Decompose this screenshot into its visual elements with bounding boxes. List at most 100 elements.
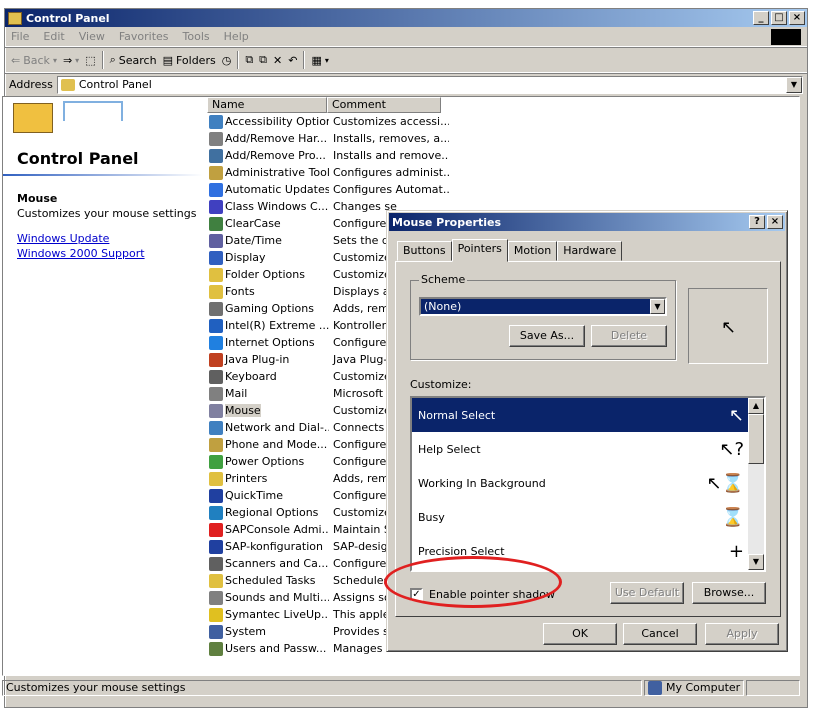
- scheme-select[interactable]: (None) ▼: [419, 297, 667, 316]
- up-folder-button[interactable]: ⬚: [85, 54, 95, 67]
- control-panel-large-icon: [13, 103, 53, 133]
- list-item-name: Scheduled Tasks: [207, 573, 329, 588]
- history-button[interactable]: ◷: [222, 54, 232, 67]
- list-item[interactable]: Accessibility Options Customizes accessi.…: [207, 113, 799, 130]
- column-header-name[interactable]: Name: [207, 97, 327, 113]
- list-item[interactable]: Automatic Updates Configures Automat...: [207, 181, 799, 198]
- browse-button[interactable]: Browse...: [692, 582, 766, 604]
- applet-icon: [209, 182, 223, 197]
- cursor-list-item[interactable]: Normal Select ↖: [412, 398, 764, 432]
- list-item-name: Network and Dial-...: [207, 420, 329, 435]
- column-header-comment[interactable]: Comment: [327, 97, 441, 113]
- applet-icon: [209, 386, 223, 401]
- applet-icon: [209, 267, 223, 282]
- windows-update-link[interactable]: Windows Update: [3, 232, 205, 245]
- list-item[interactable]: Add/Remove Pro... Installs and remove...: [207, 147, 799, 164]
- tab-motion[interactable]: Motion: [507, 241, 558, 261]
- menu-help[interactable]: Help: [224, 30, 249, 43]
- applet-label: Scanners and Ca...: [225, 557, 329, 570]
- applet-label: Power Options: [225, 455, 305, 468]
- search-icon: ⌕: [109, 53, 116, 66]
- list-item-name: Date/Time: [207, 233, 329, 248]
- forward-button[interactable]: ⇒ ▾: [63, 54, 79, 67]
- selected-item-name: Mouse: [17, 192, 58, 205]
- my-computer-icon: [648, 681, 662, 695]
- list-item-name: QuickTime: [207, 488, 329, 503]
- tab-buttons[interactable]: Buttons: [397, 241, 452, 261]
- list-item[interactable]: Administrative Tools Configures administ.…: [207, 164, 799, 181]
- windows-2000-support-link[interactable]: Windows 2000 Support: [3, 247, 205, 260]
- page-title: Control Panel: [17, 149, 139, 168]
- move-to-button[interactable]: ⧉: [245, 53, 253, 67]
- applet-icon: [209, 250, 223, 265]
- copy-to-button[interactable]: ⧉: [259, 53, 267, 67]
- scroll-down-icon[interactable]: ▼: [748, 554, 764, 570]
- zone-label: My Computer: [666, 681, 741, 694]
- scroll-up-icon[interactable]: ▲: [748, 398, 764, 414]
- menu-file[interactable]: File: [11, 30, 29, 43]
- maximize-button[interactable]: □: [771, 11, 787, 25]
- applet-label: Display: [225, 251, 266, 264]
- save-as-button[interactable]: Save As...: [509, 325, 585, 347]
- use-default-button[interactable]: Use Default: [610, 582, 684, 604]
- search-button[interactable]: ⌕ Search: [110, 53, 157, 67]
- applet-label: Phone and Mode...: [225, 438, 328, 451]
- applet-label: SAPConsole Admi...: [225, 523, 329, 536]
- close-button[interactable]: ×: [789, 11, 805, 25]
- menu-view[interactable]: View: [79, 30, 105, 43]
- delete-scheme-button[interactable]: Delete: [591, 325, 667, 347]
- applet-label: Symantec LiveUp...: [225, 608, 329, 621]
- list-item-name: Regional Options: [207, 505, 329, 520]
- cursor-preview-icon: ↖: [728, 404, 744, 426]
- list-item-name: Fonts: [207, 284, 329, 299]
- windows-logo-icon: [771, 29, 801, 45]
- help-button[interactable]: ?: [749, 215, 765, 229]
- cursor-list-item[interactable]: Busy ⌛: [412, 500, 764, 534]
- applet-label: Add/Remove Har...: [225, 132, 328, 145]
- tab-pointers[interactable]: Pointers: [451, 239, 508, 262]
- applet-label: Mouse: [225, 404, 261, 417]
- apply-button[interactable]: Apply: [705, 623, 779, 645]
- minimize-button[interactable]: _: [753, 11, 769, 25]
- cursor-list-item[interactable]: Help Select ↖?: [412, 432, 764, 466]
- cursor-list-scrollbar[interactable]: ▲ ▼: [748, 398, 764, 570]
- applet-label: Accessibility Options: [225, 115, 329, 128]
- cancel-button[interactable]: Cancel: [623, 623, 697, 645]
- applet-icon: [209, 284, 223, 299]
- toolbar-separator: [237, 51, 240, 69]
- folders-icon: ▤: [162, 53, 173, 67]
- scroll-thumb[interactable]: [748, 414, 764, 464]
- status-grip[interactable]: [746, 680, 800, 696]
- list-item-name: Automatic Updates: [207, 182, 329, 197]
- delete-icon: ✕: [273, 53, 283, 67]
- control-panel-icon: [8, 11, 22, 25]
- address-bar: Address Control Panel ▼: [5, 73, 807, 95]
- list-item-name: SAP-konfiguration: [207, 539, 329, 554]
- back-button[interactable]: ⇐ Back ▾: [11, 54, 57, 67]
- list-item[interactable]: Add/Remove Har... Installs, removes, a...: [207, 130, 799, 147]
- applet-label: ClearCase: [225, 217, 281, 230]
- list-item-name: SAPConsole Admi...: [207, 522, 329, 537]
- address-field[interactable]: Control Panel ▼: [56, 75, 803, 94]
- menu-favorites[interactable]: Favorites: [119, 30, 169, 43]
- dialog-close-button[interactable]: ×: [767, 215, 783, 229]
- views-button[interactable]: ▦ ▾: [311, 54, 328, 67]
- forward-arrow-icon: ⇒: [62, 53, 73, 67]
- undo-button[interactable]: ↶: [288, 54, 297, 67]
- dialog-title-bar: Mouse Properties ? ×: [389, 213, 785, 231]
- cursor-list-item[interactable]: Working In Background ↖⌛: [412, 466, 764, 500]
- address-dropdown-icon[interactable]: ▼: [786, 76, 802, 93]
- tab-hardware[interactable]: Hardware: [557, 241, 623, 261]
- delete-button[interactable]: ✕: [273, 54, 282, 67]
- folders-button[interactable]: ▤ Folders: [163, 54, 216, 67]
- views-icon: ▦: [311, 53, 322, 67]
- applet-label: Printers: [225, 472, 268, 485]
- menu-tools[interactable]: Tools: [183, 30, 210, 43]
- list-item-comment: Customizes accessi...: [333, 115, 449, 128]
- customize-label-text: Customize:: [410, 378, 472, 391]
- applet-label: Scheduled Tasks: [225, 574, 316, 587]
- ok-button[interactable]: OK: [543, 623, 617, 645]
- scheme-dropdown-icon[interactable]: ▼: [650, 299, 665, 314]
- applet-label: Add/Remove Pro...: [225, 149, 326, 162]
- menu-edit[interactable]: Edit: [43, 30, 64, 43]
